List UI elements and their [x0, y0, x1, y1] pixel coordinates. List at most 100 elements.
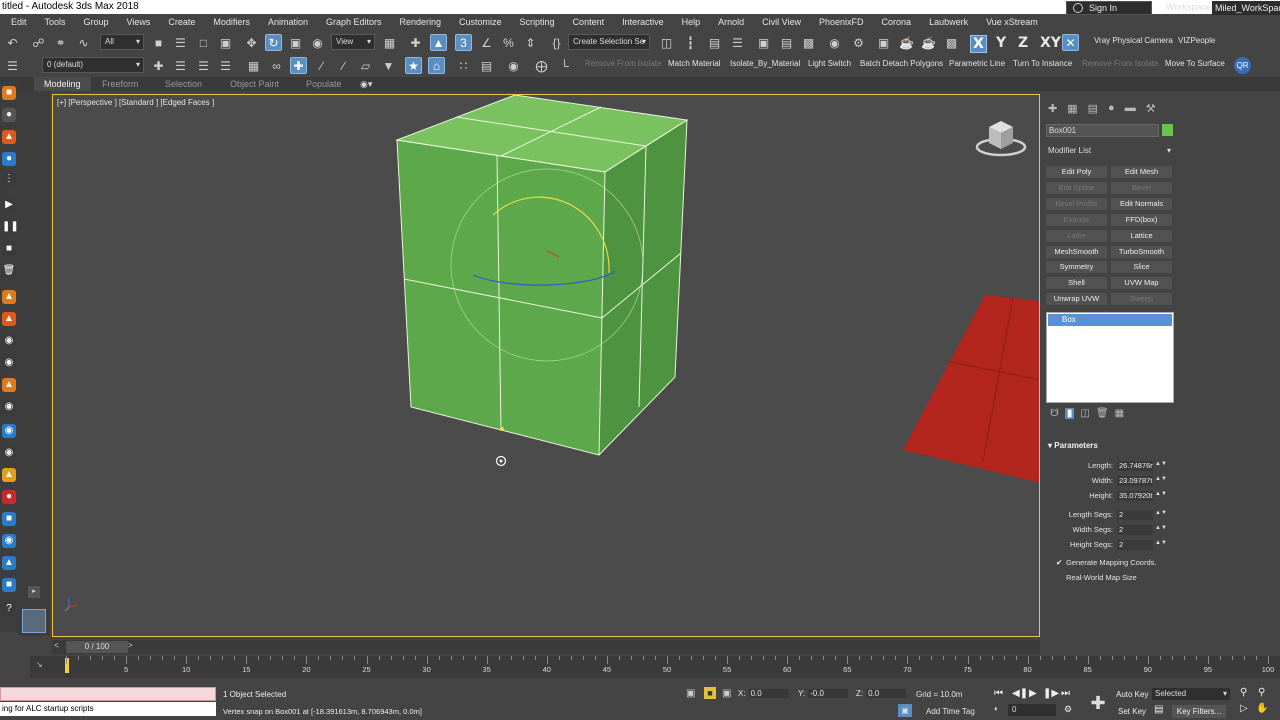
key-mode-icon[interactable]: ◐ — [994, 704, 999, 713]
hierarchy-tab-icon[interactable]: ▤ — [1088, 102, 1098, 115]
menu-corona[interactable]: Corona — [873, 14, 921, 31]
menu-content[interactable]: Content — [564, 14, 614, 31]
menu-group[interactable]: Group — [75, 14, 118, 31]
named-selection-sets-dropdown[interactable]: Create Selection Se — [568, 34, 650, 50]
create-tab-icon[interactable]: ✚ — [1048, 102, 1057, 115]
menu-animation[interactable]: Animation — [259, 14, 317, 31]
render-setup-icon[interactable]: ⚙ — [850, 34, 867, 51]
add-to-layer-icon[interactable]: ☰ — [195, 57, 212, 74]
time-tag-icon[interactable]: ▣ — [898, 704, 912, 717]
stop-icon[interactable]: ■ — [2, 242, 16, 256]
script-button-parametric-line[interactable]: Parametric Line — [949, 59, 1005, 68]
snap-bbox-icon[interactable]: ▼ — [380, 57, 397, 74]
menu-arnold[interactable]: Arnold — [709, 14, 753, 31]
stack-item-box[interactable]: Box — [1048, 314, 1172, 326]
modifier-slice-button[interactable]: Slice — [1111, 261, 1172, 274]
ribbon-tab-selection[interactable]: Selection — [165, 77, 202, 91]
parameters-title[interactable]: ▾ Parameters — [1048, 441, 1098, 450]
menu-phoenixfd[interactable]: PhoenixFD — [810, 14, 873, 31]
script-icon-10[interactable]: ▲ — [2, 378, 16, 392]
center-pivot-icon[interactable]: ⨁ — [533, 57, 550, 74]
render-iterative-icon[interactable]: ☕ — [920, 34, 937, 51]
axis-constraint-icon[interactable]: ✕ — [1062, 34, 1079, 51]
pause-icon[interactable]: ❚❚ — [2, 220, 19, 234]
set-key-button[interactable]: Set Key — [1118, 707, 1146, 716]
workspace-dropdown[interactable]: Miled_WorkSpace — [1212, 1, 1280, 15]
modifier-lattice-button[interactable]: Lattice — [1111, 229, 1172, 242]
snap-edge-icon[interactable]: ∕ — [313, 57, 330, 74]
modifier-symmetry-button[interactable]: Symmetry — [1046, 261, 1107, 274]
select-in-layer-icon[interactable]: ☰ — [217, 57, 234, 74]
script-button-turn-to-instance[interactable]: Turn To Instance — [1013, 59, 1072, 68]
height-field[interactable]: 35.07920t — [1117, 491, 1153, 501]
modifier-ffd-box--button[interactable]: FFD(box) — [1111, 213, 1172, 226]
modifier-edit-normals-button[interactable]: Edit Normals — [1111, 197, 1172, 210]
modifier-unwrap-uvw-button[interactable]: Unwrap UVW — [1046, 293, 1107, 306]
pivot-center-icon[interactable]: ▦ — [381, 34, 398, 51]
scene-explorer-icon[interactable]: ▤ — [706, 34, 723, 51]
script-icon-2[interactable]: ● — [2, 108, 16, 122]
generate-mapping-checkbox[interactable]: ✔ Generate Mapping Coords. — [1056, 558, 1156, 567]
add-time-tag[interactable]: Add Time Tag — [926, 707, 975, 716]
angle-snap-icon[interactable]: ∠ — [478, 34, 495, 51]
reference-coordinate-dropdown[interactable]: View — [331, 34, 375, 50]
link-icon[interactable]: ☍ — [30, 34, 47, 51]
current-frame-field[interactable]: 0 — [1008, 704, 1056, 716]
menu-laubwerk[interactable]: Laubwerk — [920, 14, 977, 31]
script-button-isolate-by-material[interactable]: Isolate_By_Material — [730, 59, 800, 68]
script-icon-17[interactable]: ◉ — [2, 534, 16, 548]
script-button-batch-detach-polygons[interactable]: Batch Detach Polygons — [860, 59, 943, 68]
configure-modifier-sets-icon[interactable]: ▦ — [1115, 408, 1124, 419]
curve-editor-icon[interactable]: ▤ — [778, 34, 795, 51]
axis-xy-button[interactable]: XY — [1040, 35, 1061, 51]
mirror-icon[interactable]: ◫ — [658, 34, 675, 51]
rotate-icon[interactable]: ↻ — [265, 34, 282, 51]
script-icon-15[interactable]: ● — [2, 490, 16, 504]
display-tab-icon[interactable]: ▬ — [1125, 102, 1136, 115]
select-object-icon[interactable]: ■ — [150, 34, 167, 51]
ribbon-tab-modeling[interactable]: Modeling — [34, 77, 91, 91]
x-field[interactable]: 0.0 — [748, 689, 789, 698]
menu-views[interactable]: Views — [118, 14, 160, 31]
vizpeople-button[interactable]: VIZPeople — [1178, 36, 1215, 45]
render-production-icon[interactable]: ☕ — [898, 34, 915, 51]
menu-tools[interactable]: Tools — [36, 14, 75, 31]
modify-tab-icon[interactable]: ▦ — [1067, 102, 1077, 115]
spinner-snap-icon[interactable]: ⇕ — [522, 34, 539, 51]
object-name-field[interactable]: Box001 — [1046, 124, 1159, 137]
script-icon-6[interactable]: ▲ — [2, 290, 16, 304]
field-of-view-icon[interactable]: ▷ — [1240, 703, 1248, 714]
modifier-bevel-profile-button[interactable]: Bevel Profile — [1046, 197, 1107, 210]
script-button-remove-from-isolate[interactable]: Remove From Isolate — [585, 59, 661, 68]
modifier-meshsmooth-button[interactable]: MeshSmooth — [1046, 245, 1107, 258]
time-next-icon[interactable]: > — [128, 641, 133, 650]
toggle-ribbon-icon[interactable]: ▣ — [755, 34, 772, 51]
modifier-bevel-button[interactable]: Bevel — [1111, 181, 1172, 194]
align-icon[interactable]: ┇ — [682, 34, 699, 51]
track-bar-menu-icon[interactable]: ↘ — [36, 660, 43, 669]
viewport-layout-icon[interactable] — [22, 609, 46, 633]
zoom-icon[interactable]: ⚲ — [1240, 687, 1247, 698]
snap-xy-icon[interactable]: ⌂ — [428, 57, 445, 74]
modifier-edit-spline-button[interactable]: Edit Spline — [1046, 181, 1107, 194]
expand-panel-icon[interactable]: ▸ — [28, 586, 40, 598]
script-icon-7[interactable]: ▲ — [2, 312, 16, 326]
next-frame-icon[interactable]: ❚▶ — [1043, 688, 1059, 699]
pin-stack-icon[interactable]: ☋ — [1050, 408, 1059, 419]
utilities-tab-icon[interactable]: ⚒ — [1146, 102, 1156, 115]
layer-manager-icon[interactable]: ☰ — [4, 57, 21, 74]
layers-icon[interactable]: ☰ — [172, 57, 189, 74]
snap-to-vertex-icon[interactable]: ✚ — [290, 57, 307, 74]
key-filters-button[interactable]: Key Filters... — [1172, 705, 1226, 718]
axis-y-button[interactable]: Y — [996, 35, 1006, 51]
play-icon[interactable]: ▶ — [2, 198, 16, 212]
height-segs-field[interactable]: 2 — [1117, 540, 1153, 550]
script-icon-3[interactable]: ▲ — [2, 130, 16, 144]
script-icon-5[interactable]: ⋮ — [2, 172, 16, 186]
render-active-shade-icon[interactable]: ▩ — [943, 34, 960, 51]
script-icon-14[interactable]: ▲ — [2, 468, 16, 482]
place-icon[interactable]: ◉ — [309, 34, 326, 51]
maxscript-listener-input[interactable] — [0, 687, 216, 701]
show-end-result-icon[interactable]: ▮ — [1064, 408, 1075, 419]
script-button-light-switch[interactable]: Light Switch — [808, 59, 851, 68]
